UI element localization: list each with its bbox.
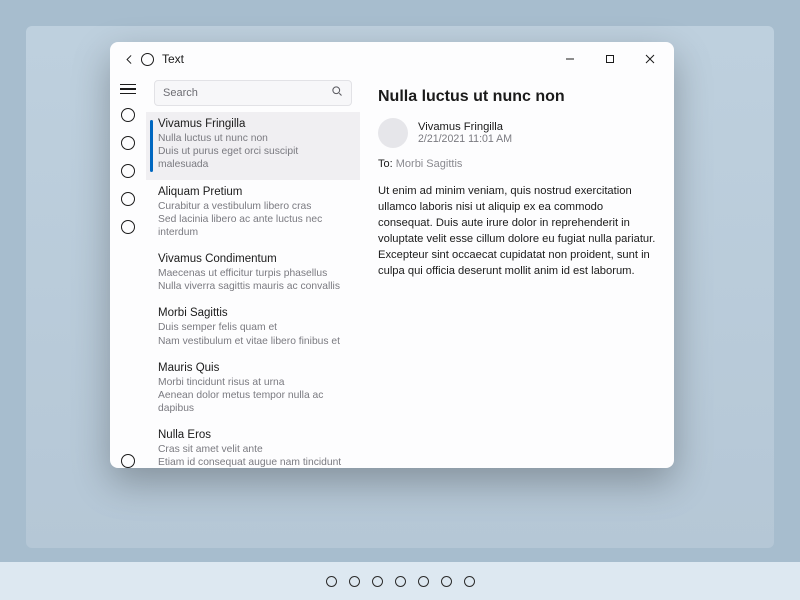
- list-item[interactable]: Nulla Eros Cras sit amet velit anteEtiam …: [146, 423, 360, 468]
- list-item-line: Nulla viverra sagittis mauris ac convall…: [158, 280, 350, 293]
- to-label: To:: [378, 158, 393, 170]
- window-title: Text: [162, 52, 184, 66]
- page-dot[interactable]: [464, 576, 475, 587]
- app-window: Text Vivamus Fringi: [110, 42, 674, 468]
- nav-item-1[interactable]: [121, 136, 135, 150]
- minimize-button[interactable]: [550, 42, 590, 76]
- list-item-line: Duis semper felis quam et: [158, 321, 350, 334]
- list-item-line: Morbi tincidunt risus at urna: [158, 376, 350, 389]
- page-dot[interactable]: [418, 576, 429, 587]
- app-icon: [138, 53, 156, 66]
- list-item-line: Maecenas ut efficitur turpis phasellus: [158, 267, 350, 280]
- detail-pane: Nulla luctus ut nunc non Vivamus Fringil…: [360, 76, 674, 468]
- search-box[interactable]: [154, 80, 352, 106]
- list-item-line: Nulla luctus ut nunc non: [158, 132, 350, 145]
- page-dot[interactable]: [372, 576, 383, 587]
- page-dot[interactable]: [395, 576, 406, 587]
- sender-date: 2/21/2021 11:01 AM: [418, 133, 512, 145]
- list-item-title: Aliquam Pretium: [158, 186, 350, 198]
- titlebar: Text: [110, 42, 674, 76]
- nav-item-4[interactable]: [121, 220, 135, 234]
- page-indicator-strip: [0, 562, 800, 600]
- list-item-line: Aenean dolor metus tempor nulla ac dapib…: [158, 389, 350, 415]
- list-item[interactable]: Aliquam Pretium Curabitur a vestibulum li…: [146, 180, 360, 248]
- nav-rail: [110, 76, 146, 468]
- list-panel: Vivamus Fringilla Nulla luctus ut nunc no…: [146, 76, 360, 468]
- list-item-title: Morbi Sagittis: [158, 307, 350, 319]
- page-dot[interactable]: [326, 576, 337, 587]
- message-list[interactable]: Vivamus Fringilla Nulla luctus ut nunc no…: [146, 112, 360, 468]
- nav-item-bottom[interactable]: [121, 454, 135, 468]
- list-item-title: Nulla Eros: [158, 429, 350, 441]
- list-item-title: Mauris Quis: [158, 362, 350, 374]
- list-item[interactable]: Mauris Quis Morbi tincidunt risus at urna…: [146, 356, 360, 424]
- nav-item-3[interactable]: [121, 192, 135, 206]
- list-item-line: Curabitur a vestibulum libero cras: [158, 200, 350, 213]
- sender-name: Vivamus Fringilla: [418, 121, 512, 133]
- detail-title: Nulla luctus ut nunc non: [378, 88, 656, 106]
- hamburger-button[interactable]: [120, 84, 136, 94]
- list-item[interactable]: Morbi Sagittis Duis semper felis quam etN…: [146, 301, 360, 355]
- nav-item-2[interactable]: [121, 164, 135, 178]
- to-value: Morbi Sagittis: [396, 158, 463, 170]
- list-item-line: Cras sit amet velit ante: [158, 443, 350, 456]
- list-item[interactable]: Vivamus Fringilla Nulla luctus ut nunc no…: [146, 112, 360, 180]
- maximize-button[interactable]: [590, 42, 630, 76]
- close-button[interactable]: [630, 42, 670, 76]
- list-item-line: Nam vestibulum et vitae libero finibus e…: [158, 335, 350, 348]
- sender-block: Vivamus Fringilla 2/21/2021 11:01 AM: [378, 118, 656, 148]
- list-item-line: Etiam id consequat augue nam tincidunt: [158, 456, 350, 468]
- list-item-line: Sed lacinia libero ac ante luctus nec in…: [158, 213, 350, 239]
- avatar: [378, 118, 408, 148]
- list-item[interactable]: Vivamus Condimentum Maecenas ut efficitur…: [146, 247, 360, 301]
- to-line: To: Morbi Sagittis: [378, 158, 656, 170]
- page-dot[interactable]: [441, 576, 452, 587]
- search-input[interactable]: [163, 87, 331, 99]
- back-button[interactable]: [120, 53, 138, 66]
- page-dot[interactable]: [349, 576, 360, 587]
- list-item-title: Vivamus Fringilla: [158, 118, 350, 130]
- nav-item-0[interactable]: [121, 108, 135, 122]
- search-icon: [331, 84, 343, 102]
- list-item-line: Duis ut purus eget orci suscipit malesua…: [158, 145, 350, 171]
- detail-body: Ut enim ad minim veniam, quis nostrud ex…: [378, 184, 656, 279]
- list-item-title: Vivamus Condimentum: [158, 253, 350, 265]
